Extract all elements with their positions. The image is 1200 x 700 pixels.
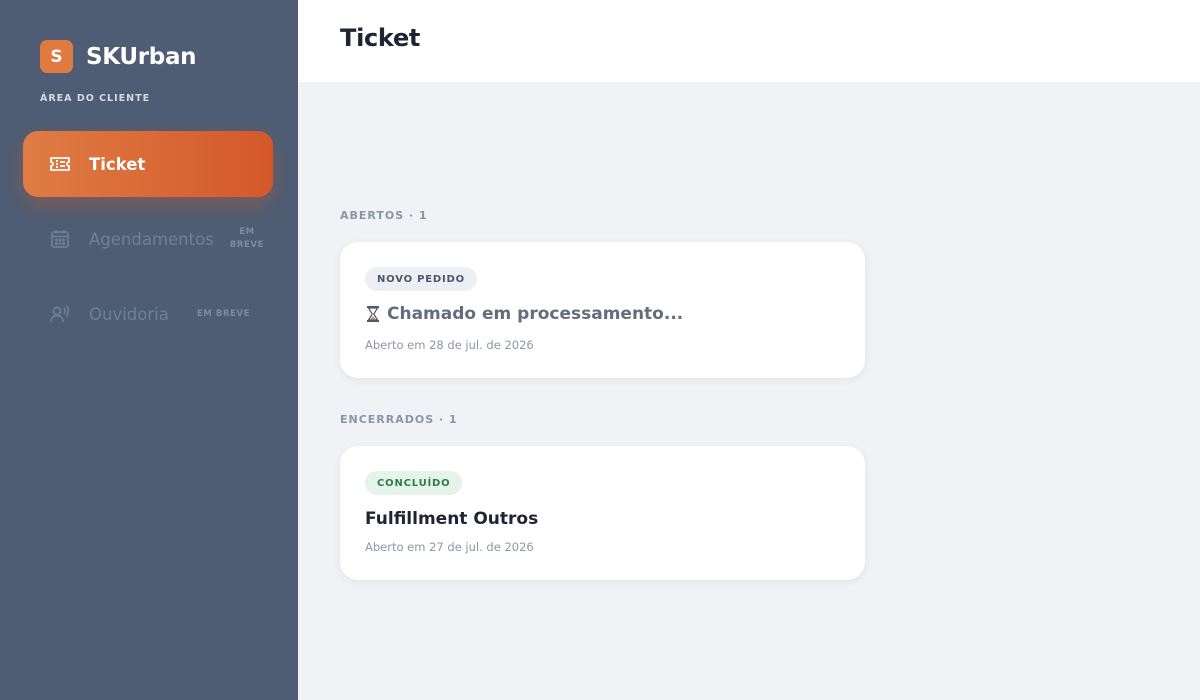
ticket-title: Fulfillment Outros: [365, 509, 538, 529]
ticket-icon: [49, 153, 71, 175]
coming-soon-badge: EM BREVE: [196, 308, 251, 319]
ticket-date: Aberto em 28 de jul. de 2026: [365, 338, 534, 352]
coming-soon-badge: EM BREVE: [229, 227, 265, 250]
hourglass-icon: [365, 305, 381, 323]
status-badge: CONCLUÍDO: [365, 471, 463, 495]
status-badge: NOVO PEDIDO: [365, 267, 477, 291]
sidebar-item-ticket[interactable]: Ticket: [23, 131, 273, 197]
voice-icon: [49, 303, 71, 325]
ticket-card-open[interactable]: NOVO PEDIDO Chamado em processamento... …: [340, 242, 865, 378]
sidebar-item-agendamentos[interactable]: Agendamentos EM BREVE: [23, 206, 273, 272]
closed-section-heading: ENCERRADOS · 1: [340, 413, 458, 426]
ticket-card-closed[interactable]: CONCLUÍDO Fulfillment Outros Aberto em 2…: [340, 446, 865, 580]
brand[interactable]: S SKUrban: [40, 40, 197, 73]
ticket-date: Aberto em 27 de jul. de 2026: [365, 540, 534, 554]
ticket-title-text: Chamado em processamento...: [387, 304, 684, 324]
sidebar-item-label: Ticket: [89, 154, 146, 174]
sidebar-item-ouvidoria[interactable]: Ouvidoria EM BREVE: [23, 281, 273, 347]
sidebar-item-label: Ouvidoria: [89, 304, 169, 324]
area-label: ÁREA DO CLIENTE: [40, 93, 151, 104]
page-title: Ticket: [340, 24, 421, 52]
open-section-heading: ABERTOS · 1: [340, 209, 428, 222]
calendar-icon: [49, 228, 71, 250]
top-bar: Ticket: [298, 0, 1200, 82]
brand-name: SKUrban: [86, 43, 197, 70]
ticket-title-text: Fulfillment Outros: [365, 509, 539, 529]
brand-logo: S: [40, 40, 73, 73]
sidebar: S SKUrban ÁREA DO CLIENTE Ticket Agendam…: [0, 0, 298, 700]
ticket-title: Chamado em processamento...: [365, 304, 683, 324]
sidebar-item-label: Agendamentos: [89, 229, 214, 249]
